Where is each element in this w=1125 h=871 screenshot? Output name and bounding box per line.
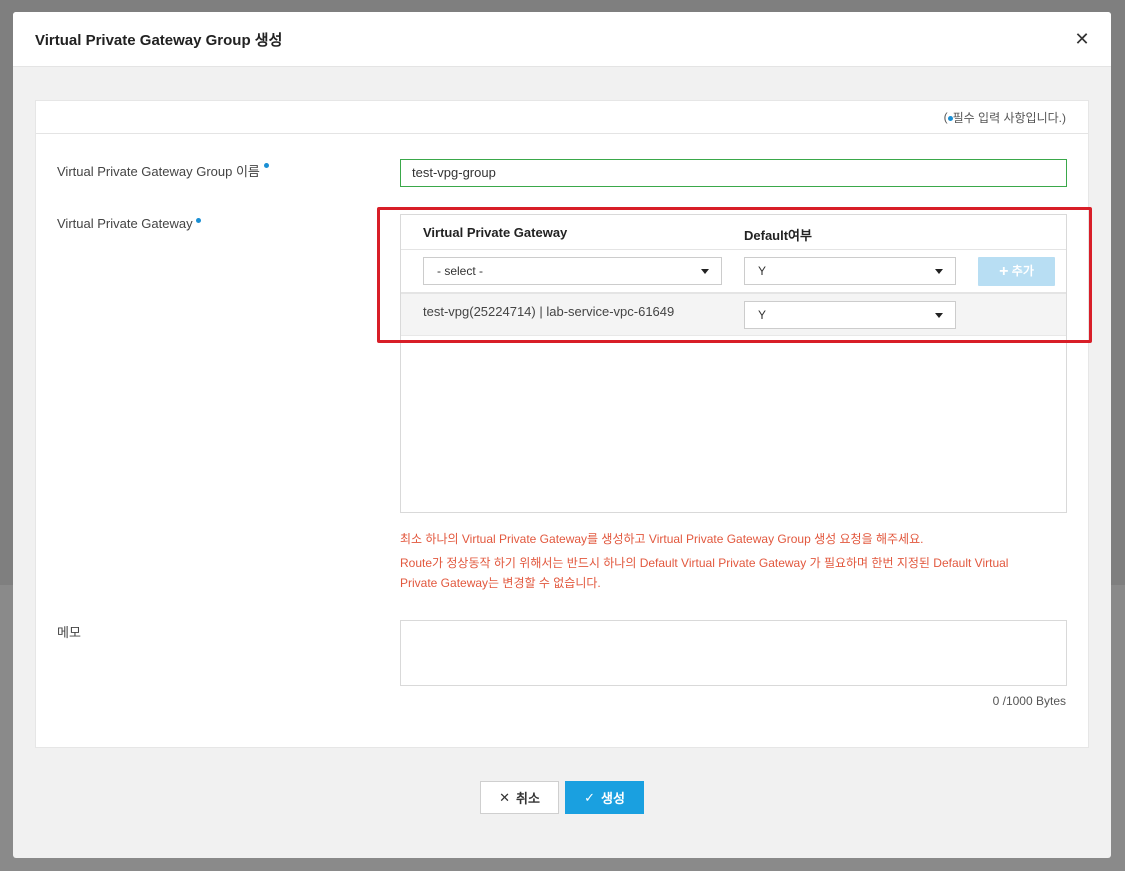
vpg-label: Virtual Private Gateway — [57, 216, 202, 231]
vpg-group-name-input[interactable]: test-vpg-group — [400, 159, 1067, 187]
default-select-value: Y — [758, 264, 767, 278]
row-default-select[interactable]: Y — [744, 301, 956, 329]
required-dot-icon — [196, 218, 202, 223]
memo-label: 메모 — [57, 625, 81, 640]
close-icon[interactable]: ✕ — [1073, 30, 1091, 48]
required-note: ( 필수 입력 사항입니다.) — [36, 101, 1088, 134]
vpg-add-row: - select - Y + 추가 — [401, 250, 1066, 294]
bytes-counter: 0 /1000 Bytes — [992, 694, 1066, 708]
create-button[interactable]: ✓ 생성 — [565, 781, 644, 814]
row-default-select-value: Y — [758, 308, 767, 322]
column-header-vpg: Virtual Private Gateway — [423, 225, 568, 240]
required-dot-icon — [263, 163, 269, 168]
required-note-text: 필수 입력 사항입니다.) — [952, 110, 1066, 125]
table-row: test-vpg(25224714) | lab-service-vpc-616… — [401, 294, 1066, 336]
vpg-select[interactable]: - select - — [423, 257, 722, 285]
vpg-item-name: test-vpg(25224714) | lab-service-vpc-616… — [423, 304, 675, 319]
chevron-down-icon — [935, 313, 943, 318]
add-button[interactable]: + 추가 — [978, 257, 1055, 286]
dialog-header: Virtual Private Gateway Group 생성 ✕ — [13, 12, 1111, 67]
required-note-prefix: ( — [943, 110, 948, 124]
add-button-label: 추가 — [1011, 264, 1034, 278]
column-header-default: Default여부 — [744, 228, 812, 243]
vpg-table: Virtual Private Gateway Default여부 - sele… — [400, 214, 1067, 513]
create-vpg-group-dialog: Virtual Private Gateway Group 생성 ✕ ( 필수 입… — [13, 12, 1111, 858]
chevron-down-icon — [701, 269, 709, 274]
check-icon: ✓ — [584, 789, 595, 805]
vpg-select-value: - select - — [437, 264, 484, 278]
chevron-down-icon — [935, 269, 943, 274]
cancel-button-label: 취소 — [515, 791, 540, 806]
vpg-group-name-label: Virtual Private Gateway Group 이름 — [57, 161, 269, 180]
dialog-title: Virtual Private Gateway Group 생성 — [35, 31, 283, 49]
warning-text-3: Private Gateway는 변경할 수 없습니다. — [400, 576, 601, 590]
vpg-table-header: Virtual Private Gateway Default여부 — [401, 215, 1066, 250]
default-select[interactable]: Y — [744, 257, 956, 285]
cancel-button[interactable]: ✕ 취소 — [480, 781, 559, 814]
form-panel: ( 필수 입력 사항입니다.) Virtual Private Gateway G… — [35, 100, 1089, 748]
warning-text-1: 최소 하나의 Virtual Private Gateway를 생성하고 Vir… — [400, 532, 924, 546]
vpg-label-text: Virtual Private Gateway — [57, 216, 193, 231]
warning-text-2: Route가 정상동작 하기 위해서는 반드시 하나의 Default Virt… — [400, 556, 1009, 570]
create-button-label: 생성 — [600, 791, 625, 806]
memo-textarea[interactable] — [400, 620, 1067, 686]
plus-icon: + — [999, 263, 1009, 280]
close-icon: ✕ — [499, 789, 510, 805]
vpg-group-name-label-text: Virtual Private Gateway Group 이름 — [57, 164, 260, 179]
